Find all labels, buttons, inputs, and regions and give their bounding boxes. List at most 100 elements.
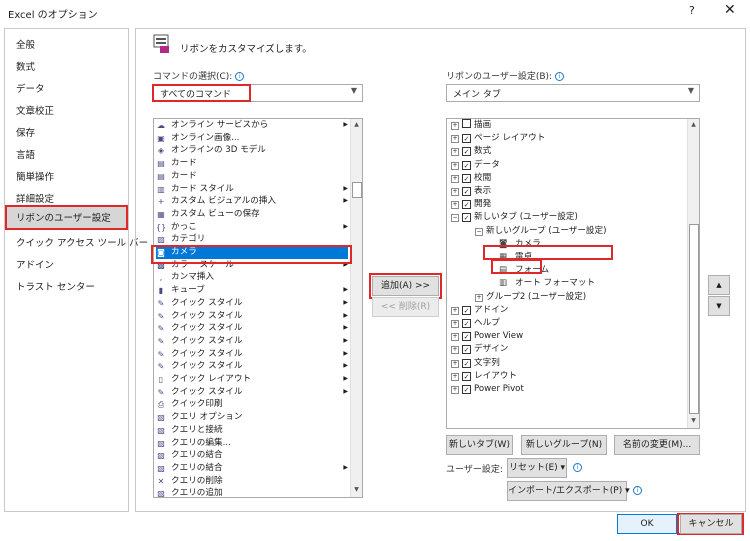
expand-icon[interactable]: + [451,135,459,144]
command-item[interactable]: ▧ クエリの追加 [156,487,348,497]
expand-icon[interactable]: + [451,320,459,328]
ribbon-tree-item[interactable]: − 新しいグループ (ユーザー設定) [475,225,606,238]
ribbon-tree-item[interactable]: + ✓ Power View [451,330,523,343]
expand-icon[interactable]: + [451,386,459,394]
move-up-button[interactable]: ▲ [708,275,730,295]
expand-icon[interactable]: + [451,372,459,381]
ribbon-tree-item[interactable]: + ✓ Power Pivot [451,383,524,396]
import-export-button[interactable]: インポート/エクスポート(P) ▾ [507,481,630,501]
command-item[interactable]: , カンマ挿入 [156,271,348,284]
ribbon-tree-item[interactable]: + グループ2 (ユーザー設定) [475,291,586,304]
ribbon-tree-item[interactable]: + ✓ データ [451,159,500,172]
ribbon-tree-scrollbar[interactable]: ▲ ▼ [687,119,699,428]
command-item[interactable]: + カスタム ビジュアルの挿入 ▶ [156,195,348,208]
command-item[interactable]: ▥ カード スタイル ▶ [156,183,348,196]
expand-icon[interactable]: + [451,333,459,342]
ribbon-tree-item[interactable]: ◙ カメラ [499,238,541,251]
tab-checkbox[interactable]: ✓ [462,173,471,183]
tab-checkbox[interactable]: ✓ [462,213,471,223]
nav-item[interactable]: 数式 [5,55,128,77]
command-item[interactable]: ▨ カテゴリ [156,233,348,246]
command-item[interactable]: ✎ クイック スタイル ▶ [156,386,348,399]
command-item[interactable]: ✎ クイック スタイル ▶ [156,360,348,373]
ribbon-tree-item[interactable]: + ✓ ヘルプ [451,317,500,330]
ok-button[interactable]: OK [617,514,677,534]
nav-item[interactable]: 保存 [5,121,128,143]
scroll-up-icon[interactable]: ▲ [688,119,699,131]
command-item[interactable]: ▧ クエリの結合 [156,449,348,462]
tab-checkbox[interactable] [462,119,471,128]
tab-checkbox[interactable]: ✓ [462,385,471,394]
command-item[interactable]: ✕ クエリの削除 [156,475,348,488]
nav-item[interactable]: 全般 [5,33,128,55]
nav-item[interactable]: リボンのユーザー設定 [5,205,128,230]
command-item[interactable]: ◙ カメラ [156,246,348,259]
expand-icon[interactable]: + [451,148,459,157]
command-chooser-dropdown[interactable]: すべてのコマンド ▼ [153,84,363,102]
ribbon-chooser-dropdown[interactable]: メイン タブ ▼ [446,84,700,102]
command-item[interactable]: ✎ クイック スタイル ▶ [156,297,348,310]
rename-button[interactable]: 名前の変更(M)... [614,435,700,455]
command-item[interactable]: ☁ オンライン サービスから ▶ [156,119,348,132]
collapse-icon[interactable]: − [451,214,459,223]
command-item[interactable]: ▧ クエリ オプション [156,411,348,424]
scroll-up-icon[interactable]: ▲ [351,119,362,131]
help-button[interactable]: ? [689,4,695,17]
ribbon-tree-item[interactable]: + ✓ 文字列 [451,357,500,370]
ribbon-tree-item[interactable]: + ✓ 表示 [451,185,491,198]
ribbon-tree-item[interactable]: + ✓ 開発 [451,198,491,211]
command-item[interactable]: ▤ カード [156,170,348,183]
ribbon-tree-item[interactable]: + ✓ デザイン [451,343,508,356]
ribbon-tree-item[interactable]: + ✓ レイアウト [451,370,517,383]
expand-icon[interactable]: + [451,201,459,210]
command-item[interactable]: ▧ クエリと接続 [156,424,348,437]
tab-checkbox[interactable]: ✓ [462,160,471,170]
nav-item[interactable]: クイック アクセス ツール バー [5,231,148,253]
expand-icon[interactable]: + [451,161,459,170]
command-list-scrollbar[interactable]: ▲ ▼ [350,119,362,497]
cancel-button[interactable]: キャンセル [680,514,742,534]
add-button[interactable]: 追加(A) >> [372,276,439,296]
tab-checkbox[interactable]: ✓ [462,134,471,144]
command-item[interactable]: ✎ クイック スタイル ▶ [156,322,348,335]
new-tab-button[interactable]: 新しいタブ(W) [446,435,513,455]
tab-checkbox[interactable]: ✓ [462,187,471,196]
nav-item[interactable]: 文章校正 [5,99,128,121]
nav-item[interactable]: 簡単操作 [5,165,128,187]
ribbon-tree-item[interactable]: + ✓ アドイン [451,304,508,317]
command-item[interactable]: ⎙ クイック印刷 [156,398,348,411]
tab-checkbox[interactable]: ✓ [462,332,471,342]
command-item[interactable]: ▧ クエリの結合 ▶ [156,462,348,475]
expand-icon[interactable]: + [451,306,459,315]
tab-checkbox[interactable]: ✓ [462,147,471,157]
new-group-button[interactable]: 新しいグループ(N) [521,435,607,455]
move-down-button[interactable]: ▼ [708,296,730,316]
nav-item[interactable]: データ [5,77,128,99]
expand-icon[interactable]: + [451,174,459,183]
command-item[interactable]: ✎ クイック スタイル ▶ [156,348,348,361]
tab-checkbox[interactable]: ✓ [462,345,471,355]
scroll-thumb[interactable] [352,182,362,198]
command-item[interactable]: {} かっこ ▶ [156,221,348,234]
ribbon-tree-item[interactable]: ▥ オート フォーマット [499,277,595,290]
scroll-thumb[interactable] [689,224,699,414]
command-item[interactable]: ✎ クイック スタイル ▶ [156,335,348,348]
expand-icon[interactable]: + [475,293,483,302]
expand-icon[interactable]: + [451,359,459,368]
nav-item[interactable]: 言語 [5,143,128,165]
ribbon-tree-item[interactable]: + ✓ 校閲 [451,172,491,185]
scroll-down-icon[interactable]: ▼ [351,484,362,496]
close-button[interactable]: ✕ [724,2,736,18]
tab-checkbox[interactable]: ✓ [462,200,471,210]
command-item[interactable]: ▩ カラー スケール ▶ [156,259,348,272]
tab-checkbox[interactable]: ✓ [462,358,471,368]
remove-button[interactable]: << 削除(R) [372,297,439,317]
command-item[interactable]: ▤ カード [156,157,348,170]
tab-checkbox[interactable]: ✓ [462,371,471,381]
nav-item[interactable]: トラスト センター [5,275,128,297]
ribbon-tree-item[interactable]: − ✓ 新しいタブ (ユーザー設定) [451,211,578,224]
command-item[interactable]: ◈ オンラインの 3D モデル [156,144,348,157]
ribbon-tree[interactable]: ▲ ▼ + 描画 + ✓ ページ レイアウト + ✓ 数式 + ✓ データ + ✓ 校閲 + ✓ 表示 + ✓ 開発 −… [446,118,700,429]
command-item[interactable]: ▣ オンライン画像... [156,132,348,145]
scroll-down-icon[interactable]: ▼ [688,415,699,427]
